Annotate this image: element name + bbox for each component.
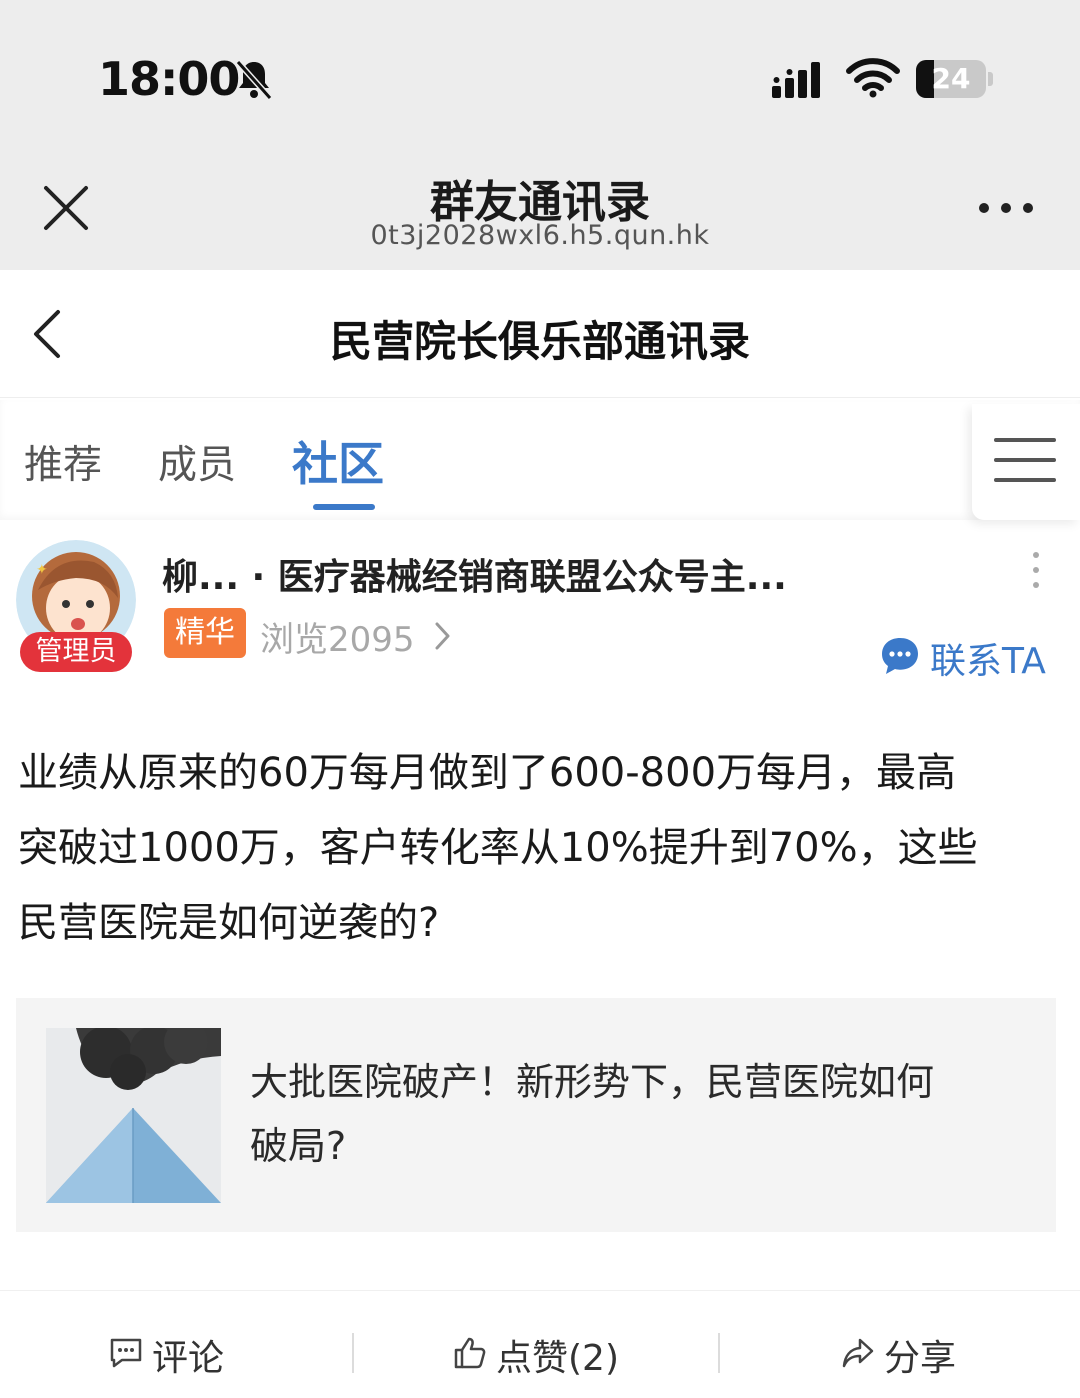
featured-badge: 精华 (164, 608, 246, 658)
menu-button[interactable] (972, 404, 1080, 520)
post-body-line: 业绩从原来的60万每月做到了600-800万每月，最高 (18, 750, 957, 796)
active-tab-indicator (313, 504, 375, 510)
battery-nub (988, 72, 993, 86)
tab-community[interactable]: 社区 (292, 428, 384, 494)
post-body-line: 民营医院是如何逆袭的? (18, 900, 440, 946)
more-icon[interactable] (976, 196, 1036, 220)
chevron-right-icon[interactable] (432, 620, 452, 652)
link-card[interactable]: 大批医院破产！新形势下，民营医院如何 破局? (16, 998, 1056, 1232)
link-title-line: 大批医院破产！新形势下，民营医院如何 (250, 1060, 935, 1104)
admin-badge: 管理员 (20, 632, 132, 672)
share-label: 分享 (884, 1338, 957, 1379)
link-card-title: 大批医院破产！新形势下，民营医院如何 破局? (250, 1050, 1020, 1178)
battery-indicator: 24 (916, 60, 986, 98)
signal-icon (772, 62, 820, 98)
bell-muted-icon (235, 60, 273, 100)
page-title: 民营院长俱乐部通讯录 (329, 317, 750, 366)
chat-bubble-icon (882, 638, 918, 674)
tab-members[interactable]: 成员 (158, 434, 236, 490)
tab-bar: 推荐 成员 社区 (0, 400, 1080, 520)
post-body-line: 突破过1000万，客户转化率从10%提升到70%，这些 (18, 825, 978, 871)
author-name[interactable]: 柳... · 医疗器械经销商联盟公众号主... (162, 548, 842, 600)
action-bar: 评论 点赞(2) 分享 (0, 1290, 1080, 1398)
kebab-icon[interactable] (1026, 550, 1046, 590)
webview-url: 0t3j2028wxl6.h5.qun.hk (370, 220, 710, 251)
tab-recommend[interactable]: 推荐 (24, 434, 102, 490)
page-navbar: 民营院长俱乐部通讯录 (0, 270, 1080, 398)
contact-label: 联系TA (930, 641, 1046, 682)
comment-icon (110, 1338, 142, 1368)
divider (718, 1333, 720, 1373)
menu-icon (994, 438, 1056, 482)
divider (352, 1333, 354, 1373)
comment-button[interactable]: 评论 (108, 1329, 248, 1379)
share-button[interactable]: 分享 (840, 1329, 970, 1379)
status-time: 18:00 (98, 52, 240, 106)
link-thumbnail (46, 1028, 221, 1203)
link-title-line: 破局? (250, 1124, 347, 1168)
share-icon (842, 1338, 874, 1368)
thumbs-up-icon (454, 1337, 486, 1369)
svg-text:✦: ✦ (36, 562, 48, 578)
like-button[interactable]: 点赞(2) (452, 1329, 632, 1379)
post-body: 业绩从原来的60万每月做到了600-800万每月，最高 突破过1000万，客户转… (18, 736, 1058, 961)
comment-label: 评论 (152, 1338, 225, 1379)
battery-level: 24 (931, 62, 971, 95)
view-count[interactable]: 浏览2095 (260, 612, 415, 661)
wifi-icon (846, 58, 900, 98)
like-label: 点赞(2) (496, 1338, 619, 1379)
